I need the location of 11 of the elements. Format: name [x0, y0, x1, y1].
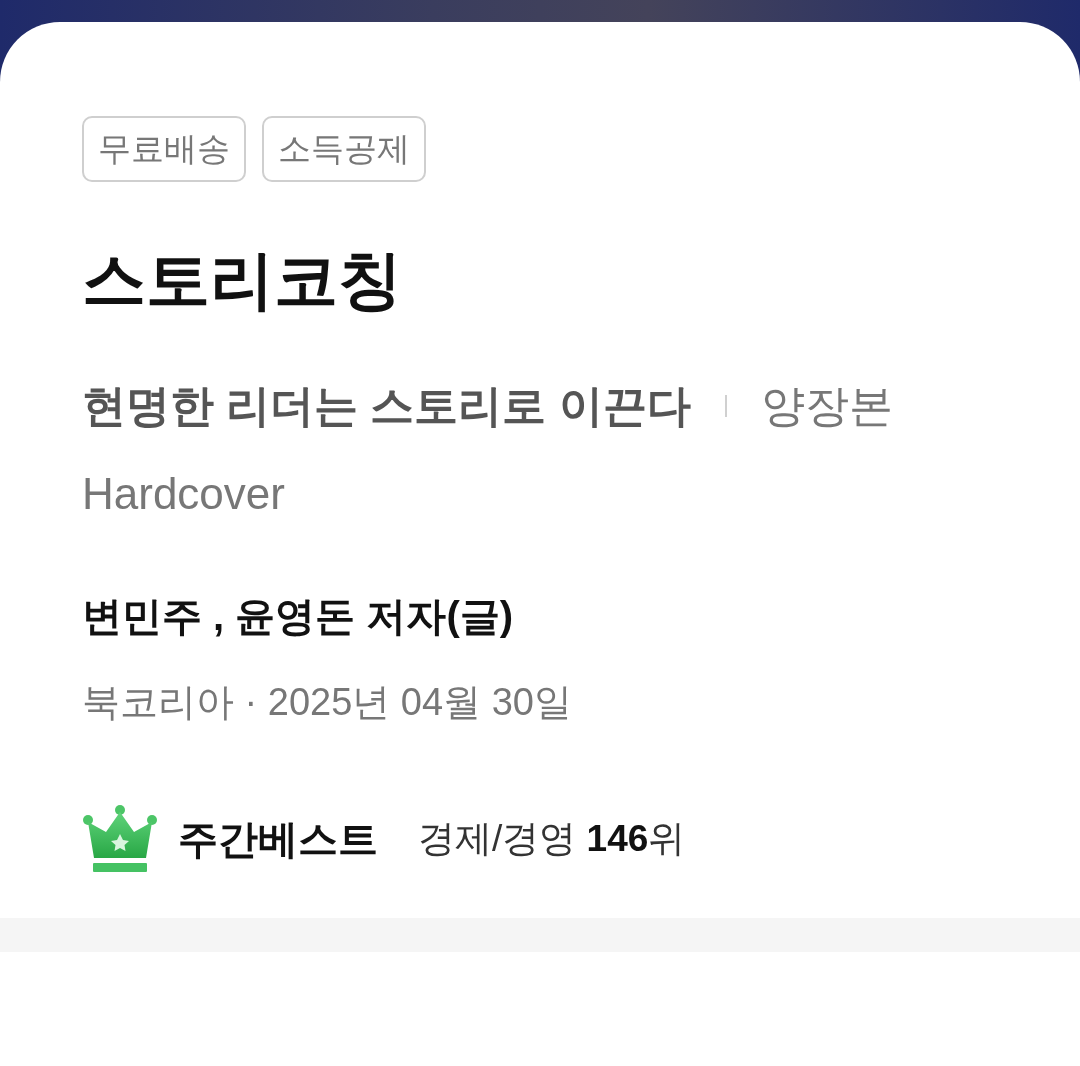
publisher-date: 북코리아 · 2025년 04월 30일 [82, 680, 573, 725]
authors: 변민주 , 윤영돈 저자(글) [82, 593, 515, 640]
weekly-best-label: 주간베스트 [178, 815, 378, 863]
book-edition: Hardcover [82, 469, 285, 518]
book-edition: 양장본 [760, 380, 893, 432]
book-title: 스토리코칭 [82, 243, 403, 318]
tag: 무료배송 [82, 116, 246, 182]
tag: 소득공제 [262, 116, 426, 182]
book-subtitle: 현명한 리더는 스토리로 이끈다 [82, 380, 691, 432]
crown-icon [82, 804, 158, 874]
category-ranking: 경제/경영 146위 [418, 817, 686, 861]
